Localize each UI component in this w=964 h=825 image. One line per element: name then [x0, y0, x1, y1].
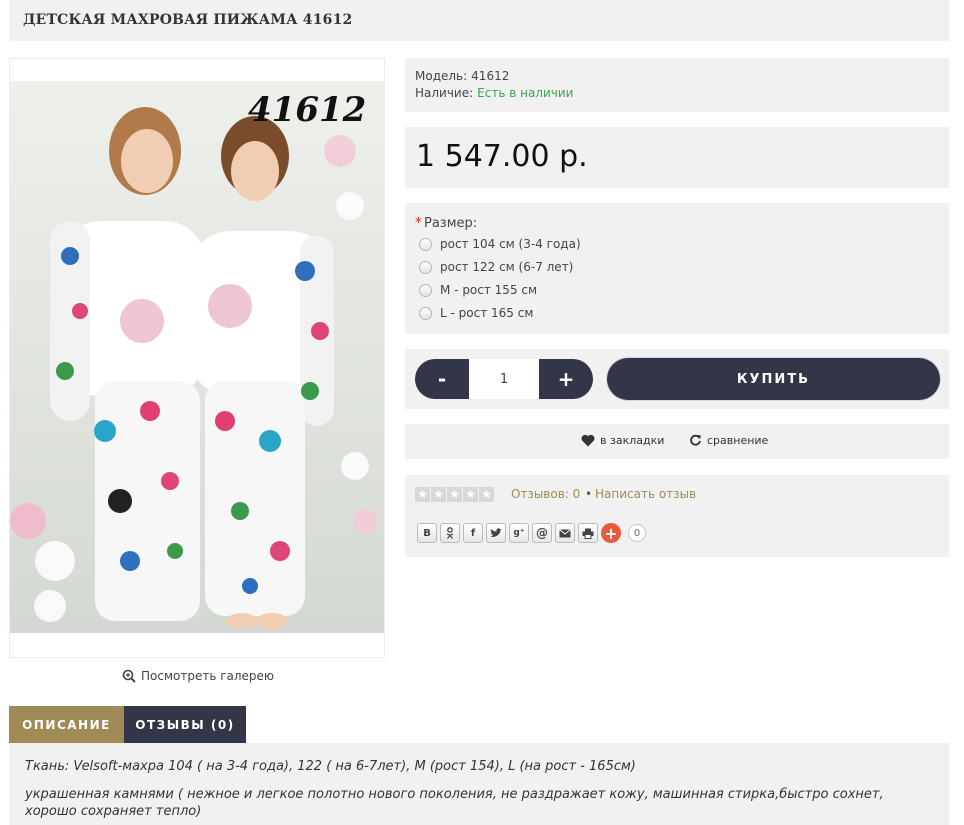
facebook-share-icon[interactable]: f [463, 523, 483, 543]
quantity-increase-button[interactable]: + [539, 359, 593, 399]
description-content: Ткань: Velsoft-махра 104 ( на 3-4 года),… [9, 743, 949, 825]
description-line: Ткань: Velsoft-махра 104 ( на 3-4 года),… [25, 759, 636, 774]
star-icon: ★ [479, 487, 494, 502]
size-option-label: M - рост 155 см [440, 283, 538, 297]
rating-stars: ★ ★ ★ ★ ★ [415, 487, 494, 502]
write-review-link[interactable]: Написать отзыв [595, 487, 696, 501]
quantity-decrease-button[interactable]: - [415, 359, 469, 399]
add-to-compare-link[interactable]: сравнение [689, 434, 768, 447]
title-bar: ДЕТСКАЯ МАХРОВАЯ ПИЖАМА 41612 [9, 0, 949, 41]
star-icon: ★ [415, 487, 430, 502]
email-share-icon[interactable] [555, 523, 575, 543]
tab-reviews[interactable]: ОТЗЫВЫ (0) [124, 706, 246, 743]
model-row: Модель: 41612 [415, 69, 509, 83]
size-option-label: L - рост 165 см [440, 306, 534, 320]
model-info-panel: Модель: 41612 Наличие: Есть в наличии [405, 58, 949, 112]
size-option-label: рост 104 см (3-4 года) [440, 237, 581, 251]
buy-button[interactable]: КУПИТЬ [607, 358, 940, 400]
share-buttons: B f g⁺ @ + 0 [417, 523, 646, 543]
heart-icon [581, 434, 595, 447]
star-icon: ★ [431, 487, 446, 502]
wishlist-compare-panel: в закладки сравнение [405, 424, 949, 459]
print-icon[interactable] [578, 523, 598, 543]
size-options-title: * Размер: [415, 215, 477, 231]
radio-button[interactable] [419, 260, 432, 274]
odnoklassniki-share-icon[interactable] [440, 523, 460, 543]
zoom-in-icon [122, 669, 136, 683]
rating-share-panel: ★ ★ ★ ★ ★ Отзывов: 0 • Написать отзыв B … [405, 475, 949, 557]
twitter-share-icon[interactable] [486, 523, 506, 543]
size-option[interactable]: M - рост 155 см [419, 283, 537, 297]
tab-description[interactable]: ОПИСАНИЕ [9, 706, 124, 743]
add-to-wishlist-link[interactable]: в закладки [581, 434, 664, 447]
view-gallery-link[interactable]: Посмотреть галерею [122, 669, 274, 683]
google-plus-share-icon[interactable]: g⁺ [509, 523, 529, 543]
price-panel: 1 547.00 р. [405, 127, 949, 188]
reviews-count-link[interactable]: Отзывов: 0 [511, 487, 580, 501]
required-mark: * [415, 215, 422, 231]
model-value: 41612 [471, 69, 510, 83]
refresh-icon [690, 434, 701, 446]
compare-label[interactable]: сравнение [707, 434, 768, 447]
star-icon: ★ [463, 487, 478, 502]
radio-button[interactable] [419, 237, 432, 251]
stock-value: Есть в наличии [477, 86, 574, 100]
view-gallery-label[interactable]: Посмотреть галерею [141, 669, 274, 683]
separator-dot: • [585, 487, 593, 501]
product-photo[interactable]: 41612 [10, 81, 384, 633]
product-image-box[interactable]: 41612 [9, 58, 385, 658]
quantity-input[interactable] [469, 359, 539, 399]
model-label: Модель: [415, 69, 468, 83]
radio-button[interactable] [419, 283, 432, 297]
wishlist-label[interactable]: в закладки [600, 434, 664, 447]
add-to-cart-panel: - + КУПИТЬ [405, 349, 949, 409]
star-icon: ★ [447, 487, 462, 502]
product-price: 1 547.00 р. [416, 139, 588, 174]
size-options-panel: * Размер: рост 104 см (3-4 года) рост 122… [405, 203, 949, 334]
size-option[interactable]: L - рост 165 см [419, 306, 533, 320]
more-share-icon[interactable]: + [601, 523, 621, 543]
stock-label: Наличие: [415, 86, 474, 100]
mail-ru-share-icon[interactable]: @ [532, 523, 552, 543]
size-option-label: рост 122 см (6-7 лет) [440, 260, 574, 274]
product-title: ДЕТСКАЯ МАХРОВАЯ ПИЖАМА 41612 [23, 12, 353, 28]
share-count-badge: 0 [628, 524, 646, 542]
size-label: Размер: [424, 216, 478, 231]
description-line: украшенная камнями ( нежное и легкое пол… [25, 787, 884, 819]
radio-button[interactable] [419, 306, 432, 320]
vk-share-icon[interactable]: B [417, 523, 437, 543]
size-option[interactable]: рост 104 см (3-4 года) [419, 237, 581, 251]
size-option[interactable]: рост 122 см (6-7 лет) [419, 260, 573, 274]
stock-row: Наличие: Есть в наличии [415, 86, 573, 100]
photo-number-text: 41612 [248, 90, 366, 130]
